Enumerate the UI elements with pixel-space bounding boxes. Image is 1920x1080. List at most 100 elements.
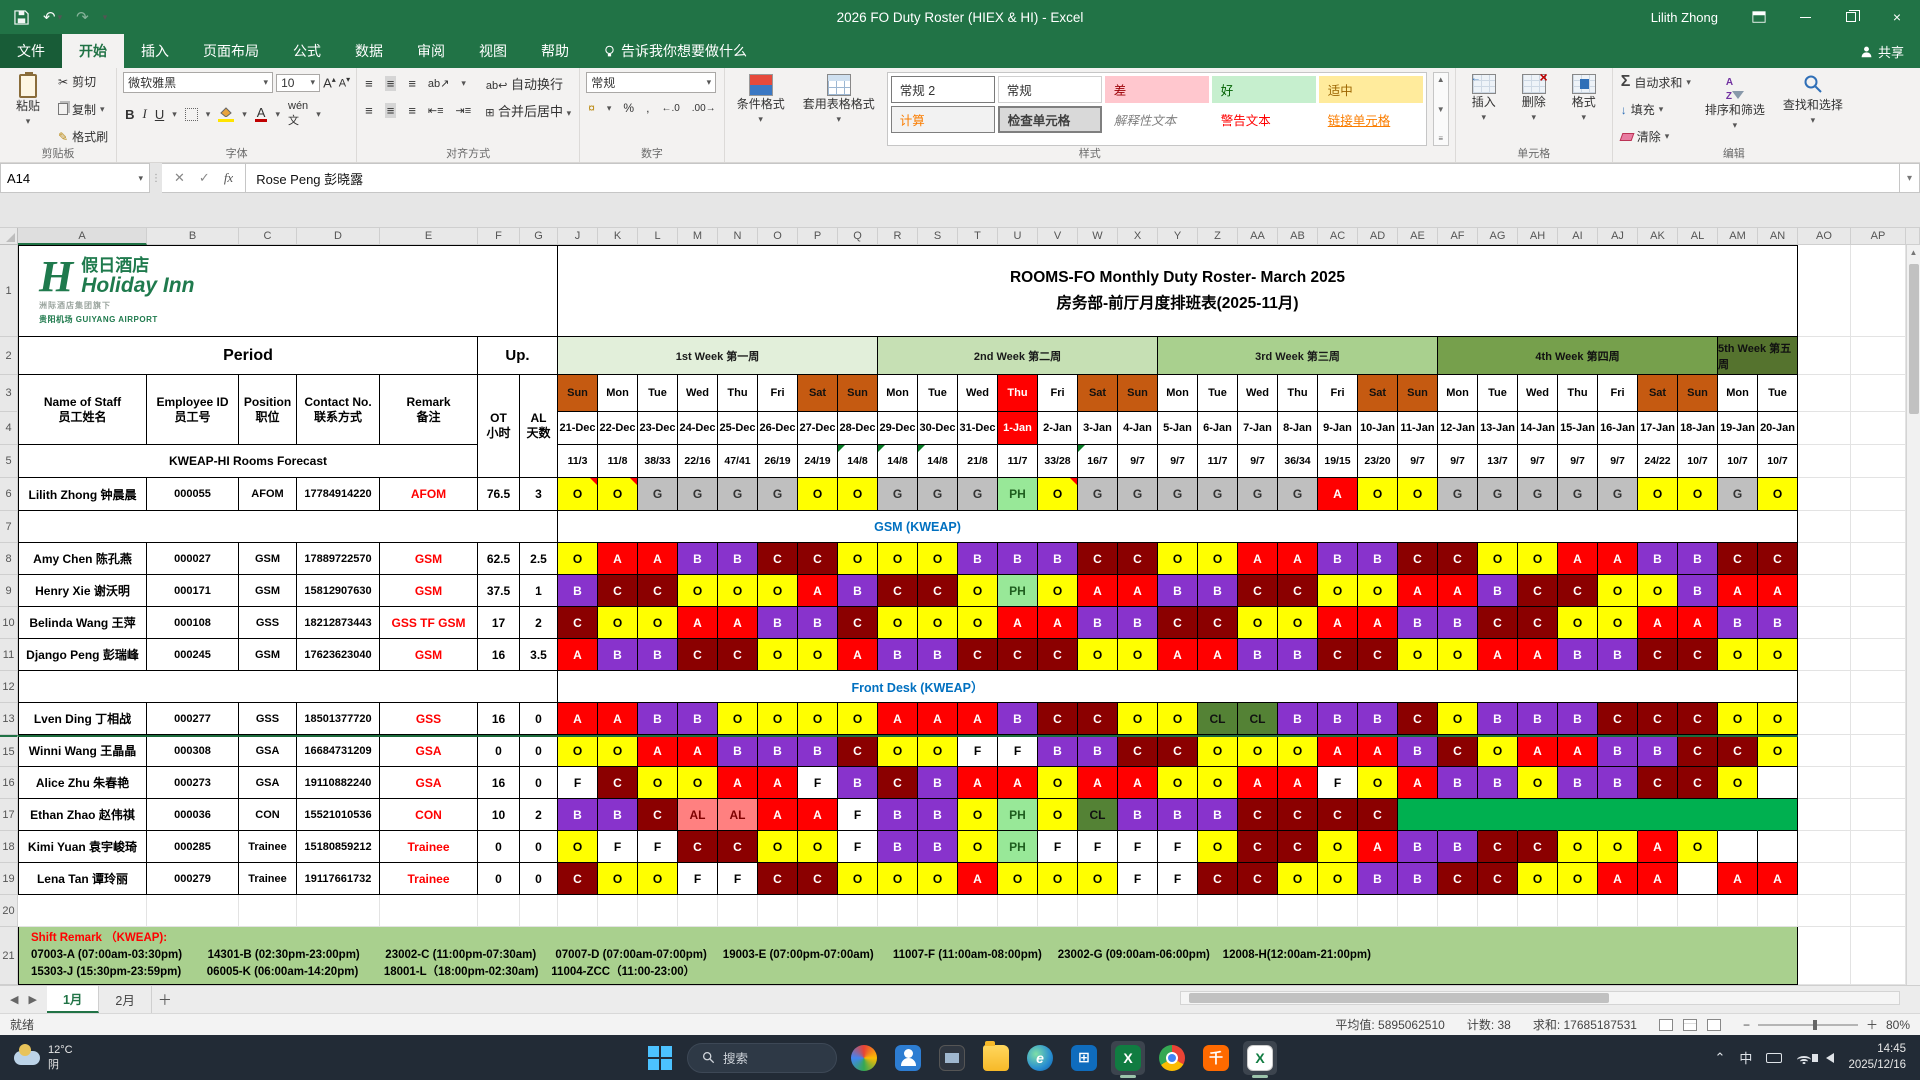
forecast-cell-6[interactable]: 24/19: [798, 445, 838, 478]
column-header-V[interactable]: V: [1038, 228, 1078, 245]
shift-cell[interactable]: O: [1198, 767, 1238, 799]
staff-name[interactable]: Kimi Yuan 袁宇峻琦: [18, 831, 147, 863]
shift-cell[interactable]: G: [1158, 478, 1198, 511]
increase-font-icon[interactable]: A▴: [323, 75, 336, 90]
day-cell-12[interactable]: Fri: [1038, 375, 1078, 412]
staff-al[interactable]: 0: [520, 831, 558, 863]
shift-cell[interactable]: O: [1358, 575, 1398, 607]
staff-id[interactable]: 000027: [147, 543, 239, 575]
forecast-cell-21[interactable]: 9/7: [1398, 445, 1438, 478]
staff-name[interactable]: Django Peng 彭瑞峰: [18, 639, 147, 671]
column-header-W[interactable]: W: [1078, 228, 1118, 245]
volume-icon[interactable]: [1812, 1052, 1835, 1063]
staff-id[interactable]: 000036: [147, 799, 239, 831]
empty-cell[interactable]: [239, 895, 297, 927]
empty-cell[interactable]: [1798, 639, 1851, 671]
shift-cell[interactable]: A: [798, 575, 838, 607]
staff-remark[interactable]: GSM: [380, 575, 478, 607]
shift-cell[interactable]: [1638, 799, 1678, 831]
cell-style-3[interactable]: 好: [1211, 76, 1316, 103]
shift-cell[interactable]: O: [1038, 863, 1078, 895]
shift-cell[interactable]: B: [1438, 767, 1478, 799]
empty-cell[interactable]: [1518, 895, 1558, 927]
shift-cell[interactable]: C: [1278, 831, 1318, 863]
shift-cell[interactable]: O: [1318, 863, 1358, 895]
forecast-cell-10[interactable]: 21/8: [958, 445, 998, 478]
shift-cell[interactable]: F: [1038, 831, 1078, 863]
shift-cell[interactable]: A: [1158, 639, 1198, 671]
shift-cell[interactable]: O: [1038, 575, 1078, 607]
empty-cell[interactable]: [1798, 703, 1851, 735]
forecast-cell-7[interactable]: 14/8: [838, 445, 878, 478]
shift-cell[interactable]: B: [798, 607, 838, 639]
shift-cell[interactable]: [1718, 799, 1758, 831]
wrap-text-button[interactable]: ab↩ 自动换行: [486, 74, 563, 93]
shift-cell[interactable]: O: [1518, 863, 1558, 895]
roster-title-cell[interactable]: ROOMS-FO Monthly Duty Roster- March 2025…: [558, 245, 1798, 337]
shift-cell[interactable]: A: [1518, 639, 1558, 671]
day-cell-15[interactable]: Mon: [1158, 375, 1198, 412]
shift-cell[interactable]: O: [1758, 478, 1798, 511]
forecast-label[interactable]: KWEAP-HI Rooms Forecast: [18, 445, 478, 478]
shift-cell[interactable]: O: [1638, 575, 1678, 607]
shift-cell[interactable]: B: [1638, 543, 1678, 575]
row-header-13[interactable]: 13: [0, 703, 18, 735]
shift-cell[interactable]: A: [918, 703, 958, 735]
column-header-C[interactable]: C: [239, 228, 297, 245]
shift-cell[interactable]: O: [798, 703, 838, 735]
empty-cell[interactable]: [1318, 895, 1358, 927]
shift-cell[interactable]: O: [838, 863, 878, 895]
shift-cell[interactable]: B: [918, 799, 958, 831]
column-header-AG[interactable]: AG: [1478, 228, 1518, 245]
tray-chevron-icon[interactable]: ⌃: [1715, 1050, 1726, 1066]
cell-style-9[interactable]: 链接单元格: [1319, 106, 1423, 133]
shift-cell[interactable]: C: [1118, 543, 1158, 575]
shift-cell[interactable]: G: [1558, 478, 1598, 511]
shift-cell[interactable]: A: [1398, 575, 1438, 607]
shift-cell[interactable]: O: [1478, 735, 1518, 767]
shift-cell[interactable]: O: [718, 703, 758, 735]
row-header-19[interactable]: 19: [0, 863, 18, 895]
column-header-AD[interactable]: AD: [1358, 228, 1398, 245]
staff-name[interactable]: Lena Tan 谭玲丽: [18, 863, 147, 895]
shift-cell[interactable]: C: [1158, 735, 1198, 767]
shift-cell[interactable]: B: [1758, 607, 1798, 639]
staff-id[interactable]: 000171: [147, 575, 239, 607]
shift-cell[interactable]: O: [1238, 607, 1278, 639]
borders-button[interactable]: [184, 107, 198, 121]
staff-contact[interactable]: 18212873443: [297, 607, 380, 639]
empty-cell[interactable]: [1798, 445, 1851, 478]
shift-cell[interactable]: [1438, 799, 1478, 831]
shift-cell[interactable]: C: [1078, 703, 1118, 735]
sheet-next-icon[interactable]: ▶: [28, 993, 36, 1006]
shift-cell[interactable]: O: [598, 735, 638, 767]
day-cell-19[interactable]: Fri: [1318, 375, 1358, 412]
sheet-prev-icon[interactable]: ◀: [10, 993, 18, 1006]
period-header[interactable]: Period: [18, 337, 478, 375]
column-header-X[interactable]: X: [1118, 228, 1158, 245]
shift-cell[interactable]: B: [1038, 735, 1078, 767]
shift-cell[interactable]: C: [638, 799, 678, 831]
staff-name[interactable]: Henry Xie 谢沃明: [18, 575, 147, 607]
empty-cell[interactable]: [1798, 735, 1851, 767]
shift-cell[interactable]: G: [718, 478, 758, 511]
taskbar-app-colorful[interactable]: [847, 1041, 881, 1075]
column-header-AN[interactable]: AN: [1758, 228, 1798, 245]
shift-cell[interactable]: C: [1438, 543, 1478, 575]
conditional-formatting-button[interactable]: 条件格式 ▾: [731, 72, 791, 146]
shift-cell[interactable]: C: [1478, 607, 1518, 639]
date-cell-10[interactable]: 31-Dec: [958, 412, 998, 445]
shift-cell[interactable]: O: [758, 831, 798, 863]
shift-cell[interactable]: O: [1078, 863, 1118, 895]
shift-cell[interactable]: C: [1318, 639, 1358, 671]
shift-cell[interactable]: C: [998, 639, 1038, 671]
shift-cell[interactable]: A: [558, 639, 598, 671]
shift-cell[interactable]: C: [1198, 863, 1238, 895]
day-cell-8[interactable]: Mon: [878, 375, 918, 412]
shift-cell[interactable]: O: [1598, 575, 1638, 607]
empty-cell[interactable]: [1798, 799, 1851, 831]
staff-position[interactable]: CON: [239, 799, 297, 831]
shift-cell[interactable]: A: [1318, 735, 1358, 767]
staff-contact[interactable]: 15521010536: [297, 799, 380, 831]
shift-cell[interactable]: F: [1118, 863, 1158, 895]
